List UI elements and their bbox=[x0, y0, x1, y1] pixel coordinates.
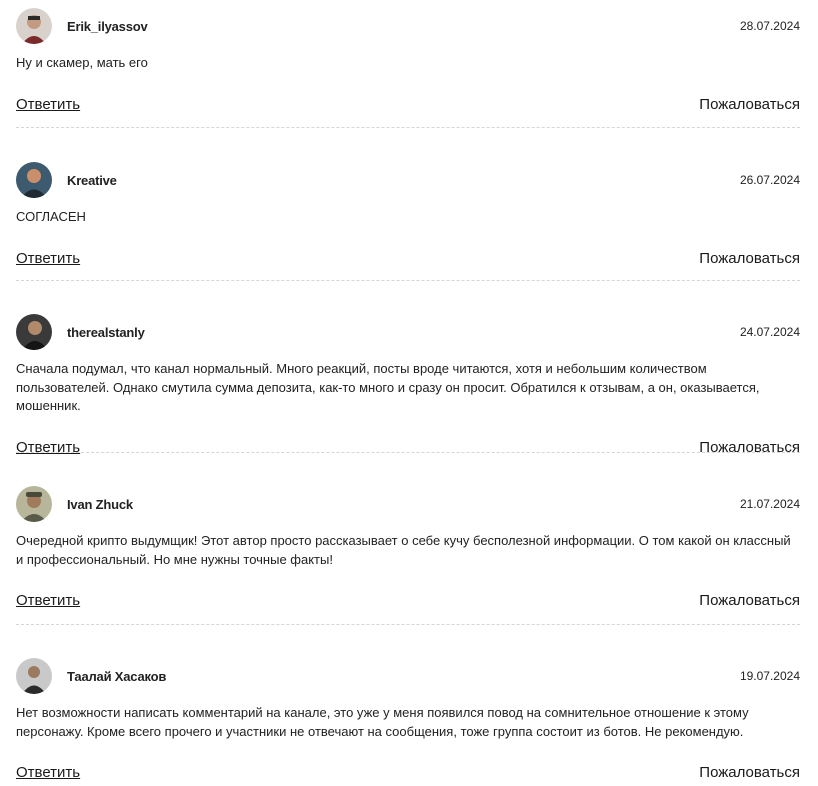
avatar-image bbox=[16, 162, 52, 198]
comment-item: Таалай Хасаков 19.07.2024 Нет возможност… bbox=[16, 625, 800, 785]
comment-item: Ivan Zhuck 21.07.2024 Очередной крипто в… bbox=[16, 453, 800, 625]
user-avatar[interactable] bbox=[16, 162, 52, 198]
avatar-image bbox=[16, 486, 52, 522]
comment-header: therealstanly 24.07.2024 bbox=[16, 281, 800, 350]
comment-text: Нет возможности написать комментарий на … bbox=[16, 705, 749, 739]
comment-item: Erik_ilyassov 28.07.2024 Ну и скамер, ма… bbox=[16, 0, 800, 128]
avatar-image bbox=[16, 314, 52, 350]
comment-date: 24.07.2024 bbox=[739, 325, 800, 339]
reply-link[interactable]: Ответить bbox=[16, 96, 80, 113]
comment-date: 19.07.2024 bbox=[739, 669, 800, 683]
comment-header: Таалай Хасаков 19.07.2024 bbox=[16, 625, 800, 694]
report-button[interactable]: Пожаловаться bbox=[699, 250, 800, 267]
user-avatar[interactable] bbox=[16, 658, 52, 694]
report-button[interactable]: Пожаловаться bbox=[699, 764, 800, 781]
comment-text: Очередной крипто выдумщик! Этот автор пр… bbox=[16, 533, 791, 567]
user-avatar[interactable] bbox=[16, 8, 52, 44]
avatar-image bbox=[16, 658, 52, 694]
comment-header: Ivan Zhuck 21.07.2024 bbox=[16, 453, 800, 522]
comment-text: Сначала подумал, что канал нормальный. М… bbox=[16, 361, 760, 413]
comments-list: Erik_ilyassov 28.07.2024 Ну и скамер, ма… bbox=[0, 0, 818, 785]
comment-item: therealstanly 24.07.2024 Сначала подумал… bbox=[16, 281, 800, 456]
comment-actions: Ответить Пожаловаться bbox=[16, 250, 800, 267]
comment-date: 28.07.2024 bbox=[739, 19, 800, 33]
comment-date: 26.07.2024 bbox=[739, 173, 800, 187]
avatar-image bbox=[16, 8, 52, 44]
reply-link[interactable]: Ответить bbox=[16, 592, 80, 609]
comment-author[interactable]: therealstanly bbox=[67, 325, 145, 340]
user-avatar[interactable] bbox=[16, 314, 52, 350]
comment-author[interactable]: Kreative bbox=[67, 173, 117, 188]
comment-item: Kreative 26.07.2024 СОГЛАСЕН Ответить По… bbox=[16, 128, 800, 281]
comment-actions: Ответить Пожаловаться bbox=[16, 764, 800, 781]
comment-author[interactable]: Erik_ilyassov bbox=[67, 19, 148, 34]
comment-actions: Ответить Пожаловаться bbox=[16, 592, 800, 609]
comment-author[interactable]: Таалай Хасаков bbox=[67, 669, 166, 684]
comment-header: Erik_ilyassov 28.07.2024 bbox=[16, 0, 800, 44]
comment-header: Kreative 26.07.2024 bbox=[16, 128, 800, 198]
comment-author[interactable]: Ivan Zhuck bbox=[67, 497, 133, 512]
reply-link[interactable]: Ответить bbox=[16, 764, 80, 781]
reply-link[interactable]: Ответить bbox=[16, 250, 80, 267]
report-button[interactable]: Пожаловаться bbox=[699, 96, 800, 113]
report-button[interactable]: Пожаловаться bbox=[699, 592, 800, 609]
comment-actions: Ответить Пожаловаться bbox=[16, 96, 800, 113]
comment-text: Ну и скамер, мать его bbox=[16, 55, 148, 70]
comment-date: 21.07.2024 bbox=[739, 497, 800, 511]
user-avatar[interactable] bbox=[16, 486, 52, 522]
comment-text: СОГЛАСЕН bbox=[16, 209, 86, 224]
